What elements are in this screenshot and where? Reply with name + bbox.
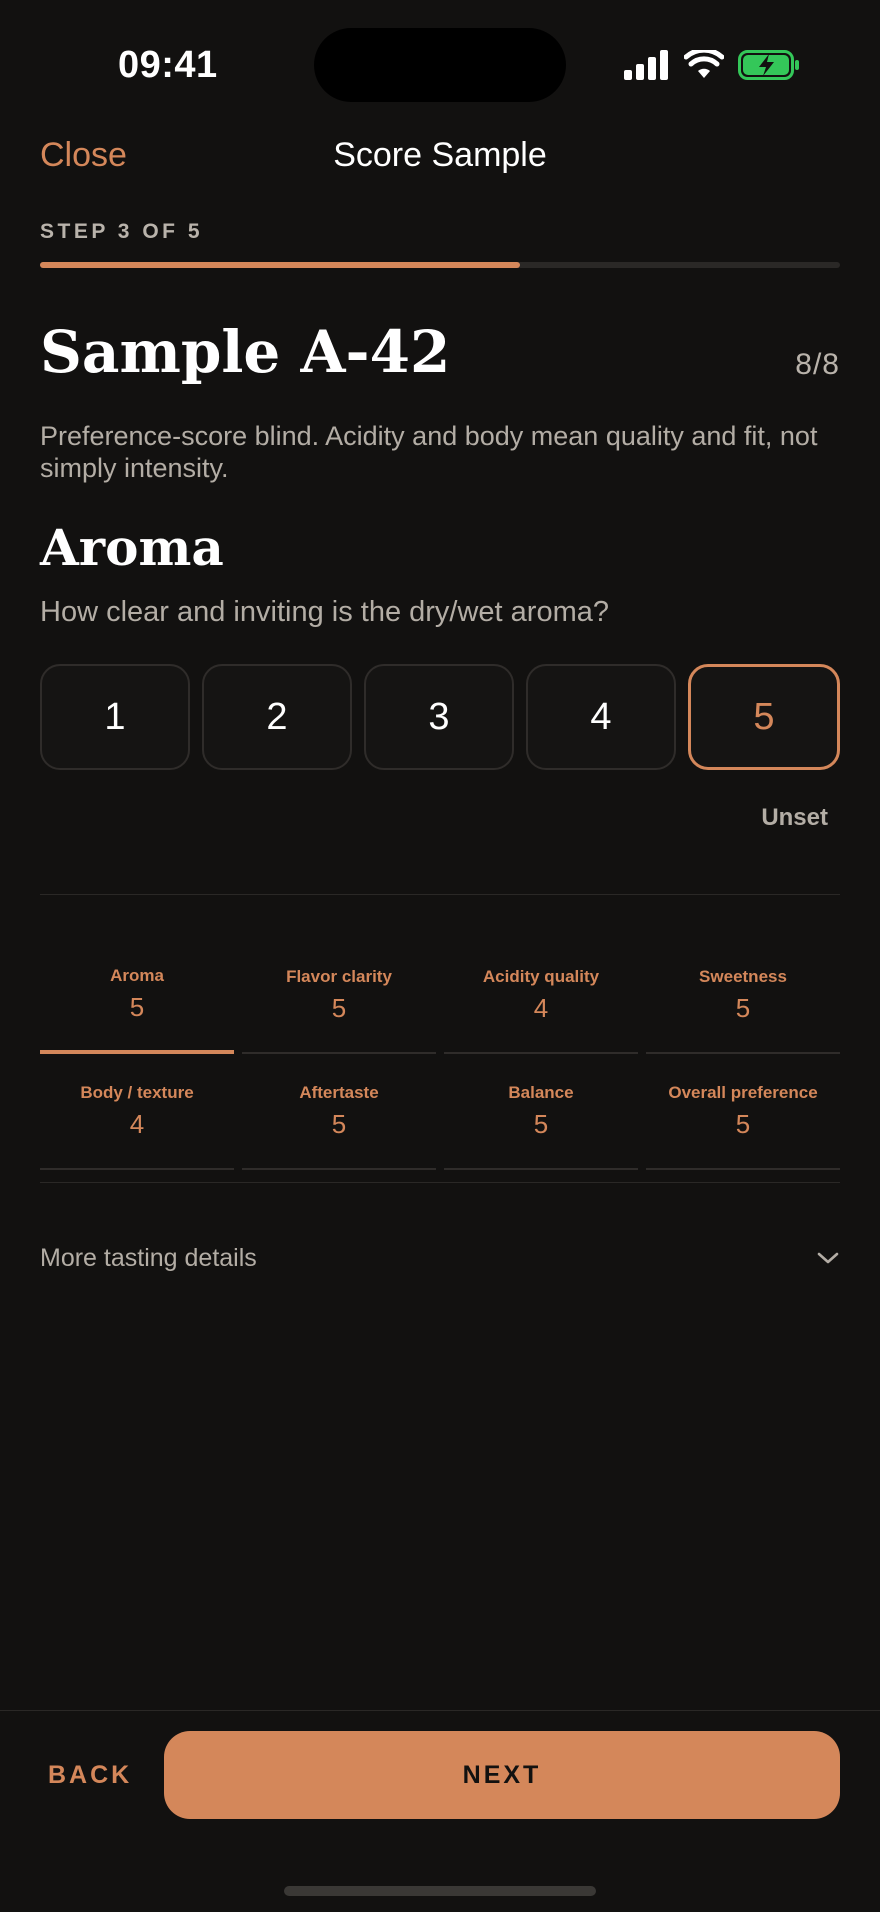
unset-button[interactable]: Unset	[761, 804, 828, 832]
sample-count: 8/8	[795, 348, 840, 381]
tab-acidity-quality[interactable]: Acidity quality 4	[444, 938, 638, 1054]
score-button-3[interactable]: 3	[364, 664, 514, 770]
tab-label: Acidity quality	[482, 966, 600, 986]
progress-bar	[40, 262, 840, 268]
score-sample-screen: 09:41 Score Sample Close STEP 3 OF 5 Sam…	[0, 0, 880, 1912]
more-tasting-details-label: More tasting details	[40, 1243, 257, 1272]
progress-fill	[40, 262, 520, 268]
next-button[interactable]: NEXT	[164, 1731, 840, 1819]
divider	[40, 1182, 840, 1183]
tab-label: Overall preference	[668, 1082, 818, 1102]
tab-label: Aftertaste	[299, 1082, 379, 1102]
tab-value: 5	[129, 991, 145, 1022]
tab-value: 5	[331, 1108, 347, 1139]
tab-overall-preference[interactable]: Overall preference 5	[646, 1054, 840, 1170]
battery-charging-icon	[738, 50, 799, 80]
tab-label: Body / texture	[80, 1082, 194, 1102]
score-button-5[interactable]: 5	[688, 664, 840, 770]
nav-bar: Score Sample Close	[0, 130, 880, 190]
close-button[interactable]: Close	[40, 136, 127, 175]
wifi-icon	[684, 50, 724, 78]
dynamic-island	[314, 28, 566, 102]
tab-label: Balance	[508, 1082, 574, 1102]
score-button-4[interactable]: 4	[526, 664, 676, 770]
status-time: 09:41	[118, 44, 218, 86]
sample-description: Preference-score blind. Acidity and body…	[40, 421, 818, 483]
nav-title: Score Sample	[333, 136, 547, 174]
tab-balance[interactable]: Balance 5	[444, 1054, 638, 1170]
criterion-question: How clear and inviting is the dry/wet ar…	[40, 596, 609, 628]
status-icons	[624, 48, 800, 82]
tab-value: 4	[129, 1108, 145, 1139]
score-button-1[interactable]: 1	[40, 664, 190, 770]
bottom-action-bar: BACK NEXT	[0, 1710, 880, 1912]
tab-body-texture[interactable]: Body / texture 4	[40, 1054, 234, 1170]
divider	[40, 894, 840, 895]
tab-sweetness[interactable]: Sweetness 5	[646, 938, 840, 1054]
chevron-down-icon	[817, 1252, 839, 1264]
home-indicator	[284, 1886, 596, 1896]
more-tasting-details-toggle[interactable]: More tasting details	[40, 1228, 840, 1288]
step-label: STEP 3 OF 5	[40, 220, 203, 243]
tab-label: Sweetness	[699, 966, 787, 986]
back-button[interactable]: BACK	[48, 1761, 132, 1790]
tab-label: Flavor clarity	[286, 966, 392, 986]
tab-value: 5	[735, 1108, 751, 1139]
score-selector: 1 2 3 4 5	[40, 664, 840, 770]
tab-value: 5	[331, 992, 347, 1023]
tab-flavor-clarity[interactable]: Flavor clarity 5	[242, 938, 436, 1054]
status-bar: 09:41	[0, 0, 880, 110]
tab-value: 5	[735, 992, 751, 1023]
tab-aftertaste[interactable]: Aftertaste 5	[242, 1054, 436, 1170]
cellular-signal-icon	[624, 50, 668, 80]
score-button-2[interactable]: 2	[202, 664, 352, 770]
sample-title: Sample A-42	[40, 318, 451, 386]
criterion-title: Aroma	[40, 518, 224, 577]
tab-value: 4	[533, 992, 549, 1023]
tab-value: 5	[533, 1108, 549, 1139]
tab-aroma[interactable]: Aroma 5	[40, 938, 234, 1054]
criteria-tabs: Aroma 5 Flavor clarity 5 Acidity quality…	[40, 938, 840, 1170]
tab-label: Aroma	[110, 965, 164, 985]
